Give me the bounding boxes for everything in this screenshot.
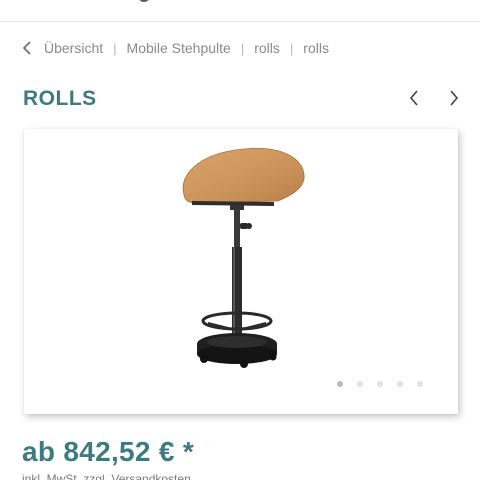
gallery-dot[interactable] — [337, 381, 343, 387]
logo-fragment — [138, 0, 150, 2]
gallery-dot[interactable] — [357, 381, 363, 387]
gallery-dot[interactable] — [417, 381, 423, 387]
product-price: ab 842,52 € * — [22, 436, 195, 467]
gallery-dot[interactable] — [397, 381, 403, 387]
chevron-left-icon[interactable] — [22, 39, 40, 57]
chevron-right-icon — [450, 90, 459, 106]
breadcrumb-separator: | — [240, 40, 245, 56]
product-image[interactable] — [174, 145, 314, 375]
tax-note: inkl. MwSt. zzgl. Versandkosten — [22, 472, 191, 480]
breadcrumb: Übersicht | Mobile Stehpulte | rolls | r… — [22, 38, 329, 58]
breadcrumb-separator: | — [289, 40, 294, 56]
product-gallery[interactable] — [24, 129, 458, 414]
breadcrumb-item-current[interactable]: rolls — [303, 40, 329, 56]
gallery-next-button[interactable] — [444, 88, 464, 108]
page-title: ROLLS — [23, 87, 97, 110]
breadcrumb-item-overview[interactable]: Übersicht — [44, 40, 103, 56]
chevron-left-icon — [409, 90, 418, 106]
gallery-prev-button[interactable] — [404, 88, 424, 108]
breadcrumb-item-category[interactable]: Mobile Stehpulte — [127, 40, 231, 56]
breadcrumb-separator: | — [113, 40, 117, 56]
gallery-pagination — [337, 381, 423, 387]
header-strip — [0, 0, 480, 22]
gallery-dot[interactable] — [377, 381, 383, 387]
breadcrumb-item-subcategory[interactable]: rolls — [254, 40, 280, 56]
